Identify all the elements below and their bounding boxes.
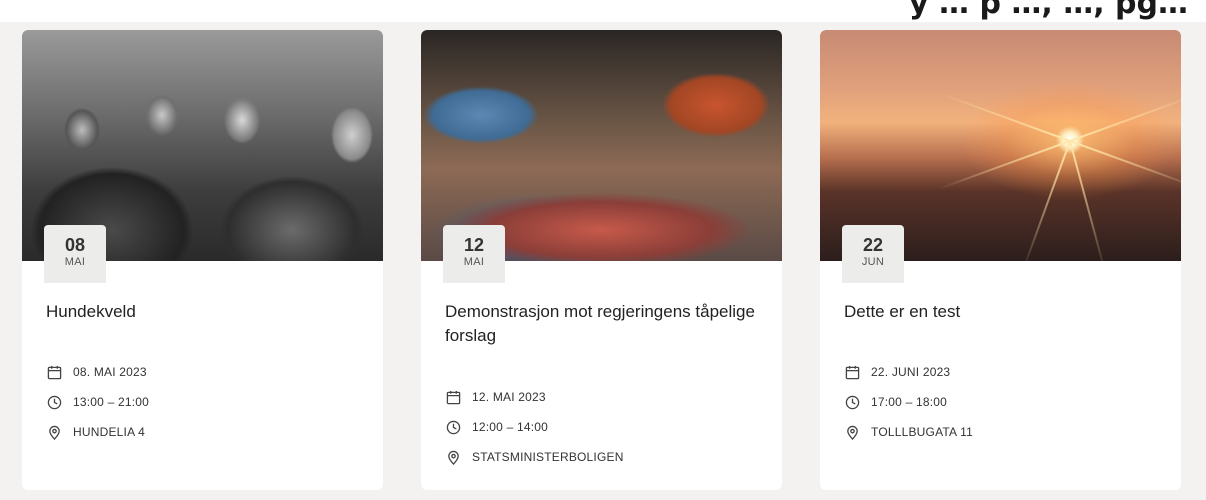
clock-icon (844, 394, 860, 410)
event-meta: 22. JUNI 2023 17:00 – 18:00 TOLLLBUGATA … (844, 357, 1164, 447)
event-title[interactable]: Hundekveld (46, 300, 366, 324)
event-location-row: STATSMINISTERBOLIGEN (445, 442, 765, 472)
page-header-strip: y … p …, …, pg… (0, 0, 1206, 22)
event-time-row: 12:00 – 14:00 (445, 412, 765, 442)
date-badge-day: 08 (64, 235, 86, 255)
calendar-icon (445, 389, 461, 405)
clock-icon (46, 394, 62, 410)
event-location-row: TOLLLBUGATA 11 (844, 417, 1164, 447)
event-date: 22. JUNI 2023 (871, 365, 951, 379)
date-badge: 08 MAI (44, 225, 106, 283)
calendar-icon (844, 364, 860, 380)
event-card-list: 08 MAI Hundekveld 08. MAI 2023 13:00 – 2… (22, 30, 1182, 490)
calendar-icon (46, 364, 62, 380)
event-time: 17:00 – 18:00 (871, 395, 948, 409)
event-date-row: 22. JUNI 2023 (844, 357, 1164, 387)
event-card[interactable]: 08 MAI Hundekveld 08. MAI 2023 13:00 – 2… (22, 30, 383, 490)
event-time: 13:00 – 21:00 (73, 395, 150, 409)
event-card[interactable]: 22 JUN Dette er en test 22. JUNI 2023 17… (820, 30, 1181, 490)
page-heading-cut-off: y … p …, …, pg… (909, 0, 1188, 21)
date-badge-day: 12 (463, 235, 485, 255)
date-badge-day: 22 (862, 235, 884, 255)
event-location: HUNDELIA 4 (73, 425, 146, 439)
event-time-row: 17:00 – 18:00 (844, 387, 1164, 417)
date-badge: 22 JUN (842, 225, 904, 283)
event-meta: 12. MAI 2023 12:00 – 14:00 STATSMINISTER… (445, 382, 765, 472)
event-card[interactable]: 12 MAI Demonstrasjon mot regjeringens tå… (421, 30, 782, 490)
date-badge-month: JUN (861, 256, 885, 268)
event-title[interactable]: Dette er en test (844, 300, 1164, 324)
date-badge-month: MAI (64, 256, 86, 268)
location-pin-icon (844, 424, 860, 440)
event-time-row: 13:00 – 21:00 (46, 387, 366, 417)
event-date-row: 12. MAI 2023 (445, 382, 765, 412)
event-time: 12:00 – 14:00 (472, 420, 549, 434)
event-location: TOLLLBUGATA 11 (871, 425, 973, 439)
event-meta: 08. MAI 2023 13:00 – 21:00 HUNDELIA 4 (46, 357, 366, 447)
event-date: 12. MAI 2023 (472, 390, 546, 404)
event-date-row: 08. MAI 2023 (46, 357, 366, 387)
date-badge: 12 MAI (443, 225, 505, 283)
date-badge-month: MAI (463, 256, 485, 268)
location-pin-icon (46, 424, 62, 440)
clock-icon (445, 419, 461, 435)
event-location-row: HUNDELIA 4 (46, 417, 366, 447)
event-location: STATSMINISTERBOLIGEN (472, 450, 624, 464)
event-title[interactable]: Demonstrasjon mot regjeringens tåpelige … (445, 300, 765, 348)
event-date: 08. MAI 2023 (73, 365, 147, 379)
location-pin-icon (445, 449, 461, 465)
